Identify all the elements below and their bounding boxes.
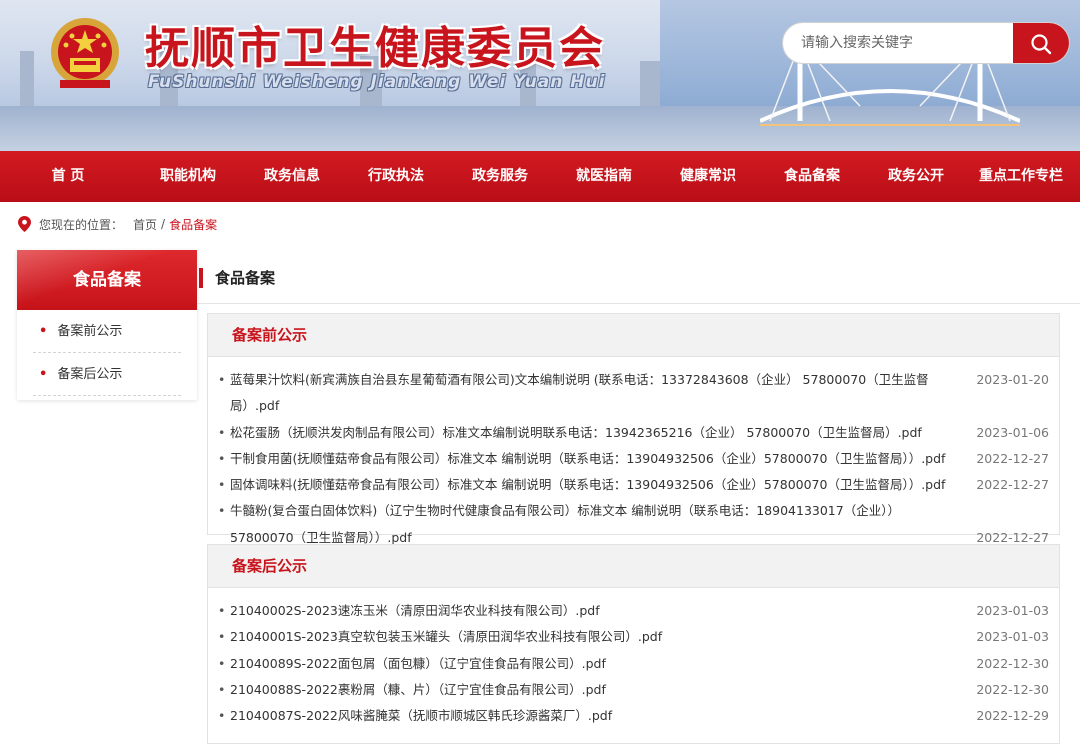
list-item-link[interactable]: 固体调味料(抚顺懂菇帝食品有限公司）标准文本 编制说明（联系电话：1390493… bbox=[218, 472, 969, 499]
sidebar: 食品备案 • 备案前公示 • 备案后公示 bbox=[17, 250, 197, 400]
list-item-link[interactable]: 21040089S-2022面包屑（面包糠）（辽宁宜佳食品有限公司）.pdf bbox=[218, 651, 969, 678]
list-item-date: 2023-01-06 bbox=[976, 424, 1049, 440]
list-item-date: 2023-01-03 bbox=[976, 603, 1049, 618]
nav-key-work[interactable]: 重点工作专栏 bbox=[968, 151, 1074, 202]
search-button[interactable] bbox=[1013, 23, 1069, 63]
main-header: 食品备案 bbox=[197, 264, 1080, 304]
main-content: 食品备案 备案前公示 蓝莓果汁饮料(新宾满族自治县东星葡萄酒有限公司)文本编制说… bbox=[197, 250, 1080, 744]
list-item-link[interactable]: 干制食用菌(抚顺懂菇帝食品有限公司）标准文本 编制说明（联系电话：1390493… bbox=[218, 446, 969, 473]
site-title: 抚顺市卫生健康委员会 bbox=[145, 23, 605, 74]
list-item-date: 2022-12-30 bbox=[976, 655, 1049, 671]
breadcrumb-label: 您现在的位置： bbox=[39, 217, 124, 232]
site-subtitle: FuShunshi Weisheng Jiankang Wei Yuan Hui bbox=[148, 72, 606, 92]
list-item-date: 2022-12-27 bbox=[976, 450, 1049, 466]
main-nav: 首 页 职能机构 政务信息 行政执法 政务服务 就医指南 健康常识 食品备案 政… bbox=[0, 151, 1080, 202]
sidebar-title: 食品备案 bbox=[17, 250, 197, 310]
list-item: 干制食用菌(抚顺懂菇帝食品有限公司）标准文本 编制说明（联系电话：1390493… bbox=[218, 446, 1049, 473]
list-item: 21040001S-2023真空软包装玉米罐头（清原田润华农业科技有限公司）.p… bbox=[218, 624, 1049, 651]
list-item-date: 2022-12-30 bbox=[976, 681, 1049, 697]
breadcrumb-separator: / bbox=[161, 217, 166, 231]
sidebar-item-label: 备案后公示 bbox=[57, 367, 123, 382]
list-item: 21040002S-2023速冻玉米（清原田润华农业科技有限公司）.pdf 20… bbox=[218, 598, 1049, 625]
list-item: 21040088S-2022裹粉屑（糠、片）（辽宁宜佳食品有限公司）.pdf 2… bbox=[218, 677, 1049, 704]
banner-building bbox=[20, 51, 34, 111]
nav-food-filing[interactable]: 食品备案 bbox=[760, 151, 864, 202]
list-item-date: 2022-12-29 bbox=[976, 708, 1049, 724]
national-emblem-icon bbox=[51, 18, 119, 88]
list-item: 蓝莓果汁饮料(新宾满族自治县东星葡萄酒有限公司)文本编制说明 (联系电话：133… bbox=[218, 367, 1049, 420]
sidebar-item-label: 备案前公示 bbox=[57, 324, 123, 339]
list-item-link[interactable]: 21040001S-2023真空软包装玉米罐头（清原田润华农业科技有限公司）.p… bbox=[218, 624, 969, 651]
bullet-icon: • bbox=[39, 324, 48, 339]
banner-building bbox=[640, 61, 660, 111]
list-item-link[interactable]: 21040087S-2022风味酱腌菜（抚顺市顺城区韩氏珍源酱菜厂）.pdf bbox=[218, 703, 969, 730]
bullet-icon: • bbox=[39, 367, 48, 382]
sidebar-item-post-filing[interactable]: • 备案后公示 bbox=[33, 353, 181, 396]
location-pin-icon bbox=[18, 216, 31, 232]
list-item: 松花蛋肠（抚顺洪发肉制品有限公司）标准文本编制说明联系电话：1394236521… bbox=[218, 420, 1049, 447]
list-item-date: 2022-12-27 bbox=[976, 477, 1049, 493]
search-input[interactable] bbox=[783, 23, 1013, 63]
sidebar-item-pre-filing[interactable]: • 备案前公示 bbox=[33, 310, 181, 353]
list-item-date: 2023-01-03 bbox=[976, 629, 1049, 645]
announcement-list: 21040002S-2023速冻玉米（清原田润华农业科技有限公司）.pdf 20… bbox=[208, 588, 1059, 730]
nav-departments[interactable]: 职能机构 bbox=[136, 151, 240, 202]
title-accent-bar bbox=[199, 268, 203, 288]
nav-health-knowledge[interactable]: 健康常识 bbox=[656, 151, 760, 202]
list-item: 21040089S-2022面包屑（面包糠）（辽宁宜佳食品有限公司）.pdf 2… bbox=[218, 651, 1049, 678]
search-box bbox=[782, 22, 1070, 64]
search-icon bbox=[1031, 34, 1052, 55]
list-item: 固体调味料(抚顺懂菇帝食品有限公司）标准文本 编制说明（联系电话：1390493… bbox=[218, 472, 1049, 499]
list-item-link[interactable]: 蓝莓果汁饮料(新宾满族自治县东星葡萄酒有限公司)文本编制说明 (联系电话：133… bbox=[218, 367, 969, 420]
list-item: 21040087S-2022风味酱腌菜（抚顺市顺城区韩氏珍源酱菜厂）.pdf 2… bbox=[218, 703, 1049, 730]
section-pre-filing: 备案前公示 蓝莓果汁饮料(新宾满族自治县东星葡萄酒有限公司)文本编制说明 (联系… bbox=[207, 313, 1060, 545]
announcement-list: 蓝莓果汁饮料(新宾满族自治县东星葡萄酒有限公司)文本编制说明 (联系电话：133… bbox=[208, 357, 1059, 551]
breadcrumb: 您现在的位置： 首页 / 食品备案 bbox=[18, 214, 221, 234]
nav-home[interactable]: 首 页 bbox=[0, 151, 136, 202]
breadcrumb-current[interactable]: 食品备案 bbox=[169, 216, 217, 233]
list-item-link[interactable]: 松花蛋肠（抚顺洪发肉制品有限公司）标准文本编制说明联系电话：1394236521… bbox=[218, 420, 969, 447]
nav-government-info[interactable]: 政务信息 bbox=[240, 151, 344, 202]
nav-government-openness[interactable]: 政务公开 bbox=[864, 151, 968, 202]
page-title: 食品备案 bbox=[215, 269, 276, 287]
section-post-filing: 备案后公示 21040002S-2023速冻玉米（清原田润华农业科技有限公司）.… bbox=[207, 544, 1060, 744]
nav-medical-guide[interactable]: 就医指南 bbox=[552, 151, 656, 202]
breadcrumb-home-link[interactable]: 首页 bbox=[133, 216, 157, 233]
header-banner: 抚顺市卫生健康委员会 FuShunshi Weisheng Jiankang W… bbox=[0, 0, 1080, 151]
list-item-link[interactable]: 21040088S-2022裹粉屑（糠、片）（辽宁宜佳食品有限公司）.pdf bbox=[218, 677, 969, 704]
nav-government-service[interactable]: 政务服务 bbox=[448, 151, 552, 202]
section-title[interactable]: 备案后公示 bbox=[208, 545, 1059, 588]
list-item-date: 2023-01-20 bbox=[976, 372, 1049, 387]
nav-law-enforcement[interactable]: 行政执法 bbox=[344, 151, 448, 202]
section-title[interactable]: 备案前公示 bbox=[208, 314, 1059, 357]
list-item-link[interactable]: 21040002S-2023速冻玉米（清原田润华农业科技有限公司）.pdf bbox=[218, 598, 969, 625]
